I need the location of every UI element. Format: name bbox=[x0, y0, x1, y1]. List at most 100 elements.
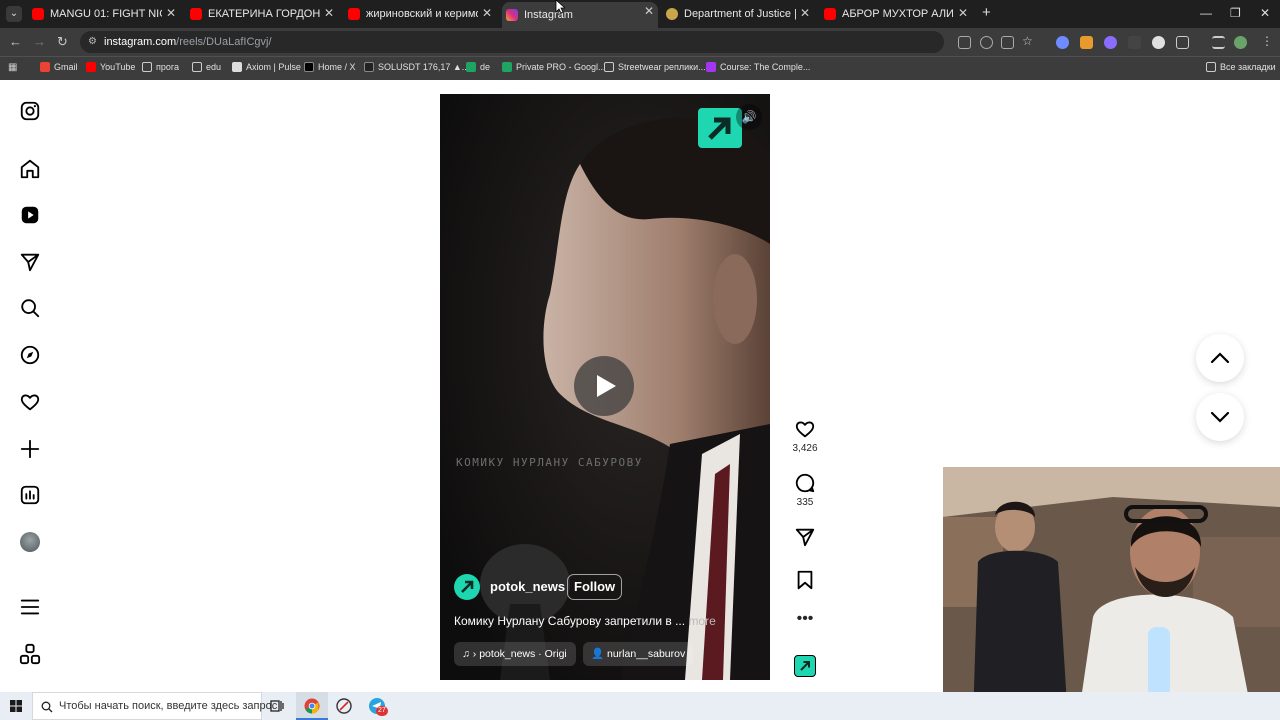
mute-toggle-icon[interactable]: 🔊 bbox=[736, 104, 762, 130]
notifications-heart-icon[interactable] bbox=[19, 391, 41, 413]
apps-grid-icon[interactable]: ▦ bbox=[8, 62, 17, 73]
close-icon[interactable]: ✕ bbox=[644, 4, 654, 18]
dashboard-icon[interactable] bbox=[19, 484, 41, 506]
reload-button[interactable]: ↻ bbox=[57, 34, 68, 50]
zoom-icon[interactable] bbox=[980, 36, 993, 49]
cast-icon[interactable] bbox=[1001, 36, 1014, 49]
tab-search-button[interactable]: ⌄ bbox=[6, 6, 22, 22]
tab-title: MANGU 01: FIGHT NIGHT | LIVE bbox=[50, 8, 162, 20]
site-info-icon[interactable]: ⚙ bbox=[88, 31, 97, 53]
bookmark-item[interactable]: de bbox=[466, 62, 490, 72]
tab-2[interactable]: ЕКАТЕРИНА ГОРДОН. Развод ✕ bbox=[186, 4, 338, 24]
bookmark-icon[interactable] bbox=[794, 569, 816, 591]
audio-thumbnail[interactable] bbox=[794, 655, 816, 677]
url-path: /reels/DUaLafICgvj/ bbox=[176, 36, 272, 48]
minimize-button[interactable]: — bbox=[1200, 6, 1212, 20]
audio-chip[interactable]: ♫ › potok_news · Origi bbox=[454, 642, 576, 666]
bookmark-item[interactable]: Private PRO - Googl... bbox=[502, 62, 606, 72]
more-options-icon[interactable]: ••• bbox=[786, 610, 824, 628]
folder-icon bbox=[192, 62, 202, 72]
more-menu-icon[interactable] bbox=[19, 596, 41, 618]
author-avatar[interactable] bbox=[454, 574, 480, 600]
close-icon[interactable]: ✕ bbox=[482, 6, 492, 20]
close-icon[interactable]: ✕ bbox=[324, 6, 334, 20]
messages-icon[interactable] bbox=[19, 251, 41, 273]
close-icon[interactable]: ✕ bbox=[800, 6, 810, 20]
next-reel-button[interactable] bbox=[1196, 393, 1244, 441]
person-icon: 👤 bbox=[591, 648, 607, 660]
arrow-logo-icon bbox=[800, 661, 810, 671]
bookmark-item[interactable]: прога bbox=[142, 62, 179, 72]
close-icon[interactable]: ✕ bbox=[958, 6, 968, 20]
app-taskbar-icon[interactable] bbox=[336, 698, 352, 714]
task-view-icon[interactable] bbox=[270, 699, 284, 713]
browser-menu-icon[interactable]: ⋮ bbox=[1261, 34, 1273, 48]
chrome-icon bbox=[304, 698, 320, 714]
tab-6[interactable]: АБРОР МУХТОР АЛИ ЖАСМИН ✕ bbox=[820, 4, 972, 24]
reel-caption: Комику Нурлану Сабурову запретили в ... … bbox=[454, 614, 758, 628]
extension-icon[interactable] bbox=[1056, 36, 1069, 49]
bookmark-item[interactable]: SOLUSDT 176,17 ▲... bbox=[364, 62, 469, 72]
gmail-icon bbox=[40, 62, 50, 72]
taskbar: Чтобы начать поиск, введите здесь запрос… bbox=[0, 692, 1280, 720]
bookmark-item[interactable]: YouTube bbox=[86, 62, 135, 72]
instagram-logo-icon[interactable] bbox=[19, 100, 41, 122]
bookmark-item[interactable]: Axiom | Pulse bbox=[232, 62, 301, 72]
share-action[interactable] bbox=[786, 526, 824, 551]
taskbar-search-box[interactable]: Чтобы начать поиск, введите здесь запрос bbox=[32, 692, 277, 720]
tab-4-active[interactable]: Instagram ✕ bbox=[502, 2, 658, 28]
search-icon bbox=[41, 701, 53, 713]
extension-icon[interactable] bbox=[1080, 36, 1093, 49]
tab-menu-icon[interactable] bbox=[1212, 36, 1225, 49]
save-action[interactable] bbox=[786, 569, 824, 594]
tab-3[interactable]: жириновский и керимов - You ✕ bbox=[344, 4, 496, 24]
previous-reel-button[interactable] bbox=[1196, 334, 1244, 382]
extensions-puzzle-icon[interactable] bbox=[1176, 36, 1189, 49]
bookmark-item[interactable]: Home / X bbox=[304, 62, 356, 72]
new-tab-button[interactable]: + bbox=[982, 4, 991, 21]
comment-icon[interactable] bbox=[794, 472, 816, 494]
bookmark-item[interactable]: Course: The Comple... bbox=[706, 62, 810, 72]
extension-icon[interactable] bbox=[1104, 36, 1117, 49]
extension-icon[interactable] bbox=[1152, 36, 1165, 49]
video-overlay-text: КОМИКУ НУРЛАНУ САБУРОВУ bbox=[456, 456, 643, 469]
also-from-meta-icon[interactable] bbox=[19, 643, 41, 665]
bookmark-item[interactable]: edu bbox=[192, 62, 221, 72]
chrome-taskbar-button[interactable] bbox=[296, 692, 328, 720]
profile-avatar[interactable] bbox=[20, 532, 40, 552]
explore-icon[interactable] bbox=[19, 344, 41, 366]
forward-button[interactable]: → bbox=[33, 34, 46, 49]
search-icon[interactable] bbox=[19, 297, 41, 319]
tab-1[interactable]: MANGU 01: FIGHT NIGHT | LIVE ✕ bbox=[28, 4, 180, 24]
back-button[interactable]: ← bbox=[9, 34, 22, 49]
like-heart-icon[interactable] bbox=[794, 418, 816, 440]
reel-video[interactable]: КОМИКУ НУРЛАНУ САБУРОВУ 🔊 potok_news Fol… bbox=[440, 94, 770, 680]
close-icon[interactable]: ✕ bbox=[166, 6, 176, 20]
tagged-user-chip[interactable]: 👤 nurlan__saburov bbox=[583, 642, 694, 666]
bookmark-item[interactable]: Streetwear реплики... bbox=[604, 62, 706, 72]
comment-action[interactable]: 335 bbox=[786, 472, 824, 508]
axiom-icon bbox=[232, 62, 242, 72]
all-bookmarks[interactable]: Все закладки bbox=[1206, 62, 1276, 72]
share-icon[interactable] bbox=[794, 526, 816, 548]
create-plus-icon[interactable] bbox=[19, 438, 41, 460]
more-link[interactable]: more bbox=[688, 614, 715, 628]
bookmark-star-icon[interactable]: ☆ bbox=[1022, 34, 1033, 48]
bookmark-item[interactable]: Gmail bbox=[40, 62, 78, 72]
follow-button[interactable]: Follow bbox=[567, 574, 623, 600]
telegram-taskbar-button[interactable]: 27 bbox=[368, 697, 388, 716]
profile-avatar[interactable] bbox=[1234, 36, 1247, 49]
url-field[interactable]: ⚙ instagram.com/reels/DUaLafICgvj/ bbox=[80, 31, 944, 53]
window-close-button[interactable]: ✕ bbox=[1260, 6, 1270, 20]
home-icon[interactable] bbox=[19, 158, 41, 180]
tab-5[interactable]: Department of Justice | Epstein ✕ bbox=[662, 4, 814, 24]
windows-start-icon[interactable] bbox=[10, 700, 22, 712]
like-action[interactable]: 3,426 bbox=[786, 418, 824, 454]
reels-icon[interactable] bbox=[19, 204, 41, 226]
restore-button[interactable]: ❐ bbox=[1230, 6, 1241, 20]
translate-icon[interactable] bbox=[958, 36, 971, 49]
play-button[interactable] bbox=[574, 356, 634, 416]
extension-icon[interactable] bbox=[1128, 36, 1141, 49]
author-username[interactable]: potok_news bbox=[490, 579, 565, 594]
webcam-overlay bbox=[943, 467, 1280, 720]
